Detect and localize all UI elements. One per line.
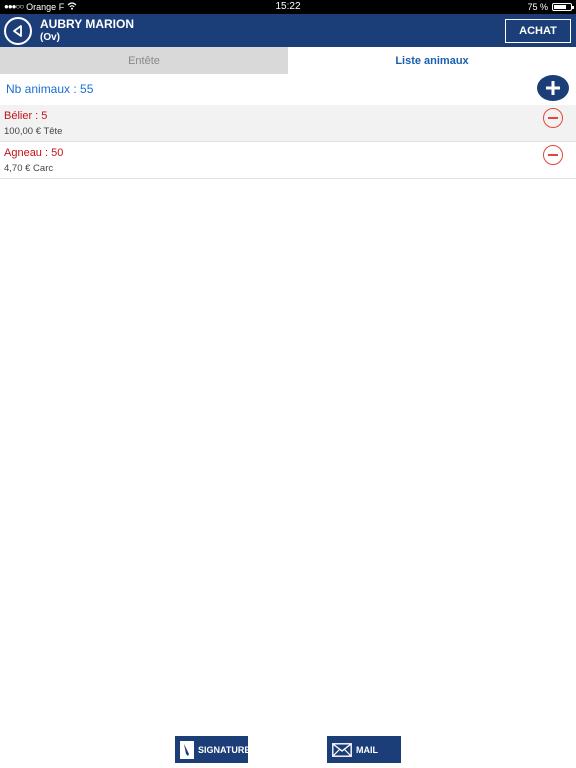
animal-price: 4,70 € Carc [4,163,54,174]
battery-group: 75 % [527,0,574,14]
signature-label: SIGNATURE [198,744,251,755]
remove-animal-button[interactable] [543,108,563,128]
list-item[interactable]: Agneau : 50 4,70 € Carc [0,142,576,179]
tab-bar: Entête Liste animaux [0,47,576,74]
animal-title: Agneau : 50 [4,147,64,159]
mail-icon [332,742,352,757]
achat-button[interactable]: ACHAT [505,19,571,43]
client-name: AUBRY MARION [40,17,135,31]
plus-icon [546,81,560,95]
signature-icon [180,740,194,759]
tab-liste-animaux[interactable]: Liste animaux [288,47,576,74]
tab-entete[interactable]: Entête [0,47,288,74]
battery-percent: 75 % [527,2,548,12]
back-button[interactable] [4,17,32,45]
clock: 15:22 [275,1,301,12]
status-bar: ●●●○○ Orange F 15:22 75 % [0,0,576,14]
remove-animal-button[interactable] [543,145,563,165]
animal-count: Nb animaux : 55 [6,82,94,96]
animal-list: Bélier : 5 100,00 € Tête Agneau : 50 4,7… [0,105,576,179]
signature-button[interactable]: SIGNATURE [175,736,251,763]
list-item[interactable]: Bélier : 5 100,00 € Tête [0,105,576,142]
mail-button[interactable]: MAIL [327,736,401,763]
client-subtitle: (Ov) [40,32,60,43]
back-icon [13,25,22,37]
animal-price: 100,00 € Tête [4,126,63,137]
add-animal-button[interactable] [537,75,569,101]
battery-icon [552,3,574,11]
mail-label: MAIL [356,744,378,755]
animal-title: Bélier : 5 [4,110,48,122]
minus-icon [548,117,558,119]
navigation-bar: AUBRY MARION (Ov) ACHAT [0,14,576,47]
minus-icon [548,154,558,156]
summary-row: Nb animaux : 55 [0,74,576,104]
